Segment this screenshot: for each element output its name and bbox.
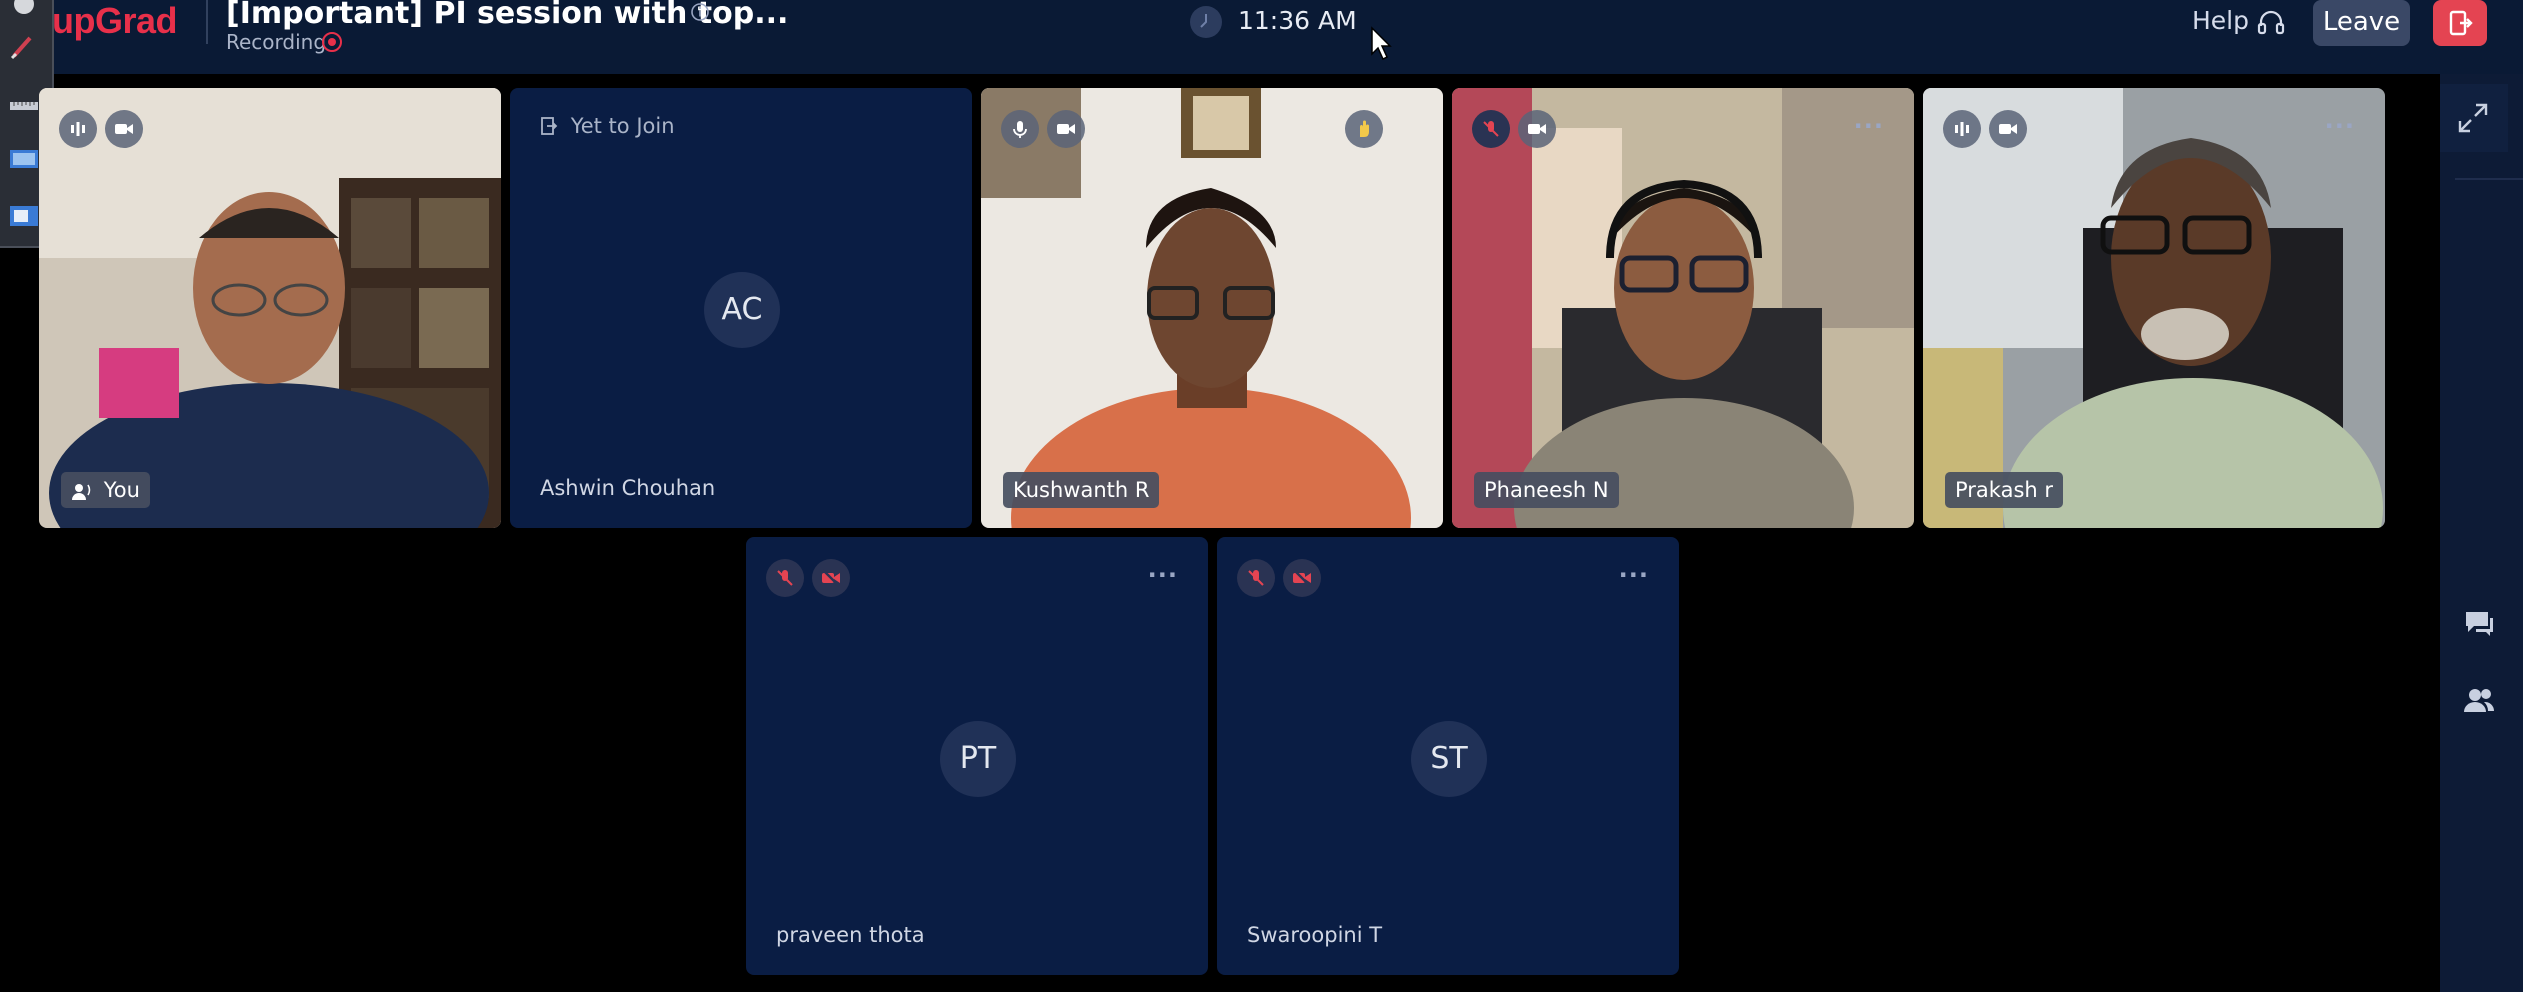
more-options-button[interactable]: ··· (2325, 112, 2355, 140)
participant-name: Phaneesh N (1474, 472, 1619, 508)
raised-hand-icon (1345, 110, 1383, 148)
video-feed (981, 88, 1443, 528)
more-options-button[interactable]: ··· (1148, 561, 1178, 589)
video-feed (39, 88, 501, 528)
participant-tile-prakash[interactable]: ··· Prakash r (1923, 88, 2385, 528)
exit-meeting-button[interactable] (2433, 0, 2487, 46)
mic-off-icon (1472, 110, 1510, 148)
camera-on-icon (1047, 110, 1085, 148)
audio-level-indicator (59, 110, 97, 148)
ruler-icon[interactable] (8, 92, 40, 120)
whiteboard-icon[interactable] (8, 202, 40, 230)
participants-icon[interactable] (2462, 684, 2496, 718)
camera-on-icon (105, 110, 143, 148)
mic-off-icon (1237, 559, 1275, 597)
video-feed (1452, 88, 1914, 528)
clock-icon (1190, 6, 1222, 38)
speaker-icon (72, 484, 91, 500)
participant-name: Ashwin Chouhan (540, 476, 716, 500)
fullscreen-button[interactable] (2440, 84, 2508, 152)
mic-off-icon (766, 559, 804, 597)
screen-icon[interactable] (8, 146, 40, 174)
mic-on-icon (1001, 110, 1039, 148)
recording-status: Recording (226, 30, 327, 54)
brand-logo: upGrad (52, 0, 178, 41)
participant-tile-you[interactable]: You (39, 88, 501, 528)
leave-button[interactable]: Leave (2313, 0, 2410, 46)
avatar: ST (1411, 721, 1487, 797)
info-icon[interactable] (690, 2, 710, 22)
header-divider (206, 0, 208, 44)
exit-icon (2449, 10, 2473, 36)
participant-tile-ashwin[interactable]: Yet to Join AC Ashwin Chouhan (510, 88, 972, 528)
participant-name: You (61, 472, 150, 508)
participant-tile-phaneesh[interactable]: ··· Phaneesh N (1452, 88, 1914, 528)
participant-name: Swaroopini T (1247, 923, 1383, 947)
chat-icon[interactable] (2462, 606, 2496, 640)
participant-name: Prakash r (1945, 472, 2064, 508)
participant-tile-swaroopini[interactable]: ··· ST Swaroopini T (1217, 537, 1679, 975)
meeting-clock: 11:36 AM (1238, 6, 1357, 35)
camera-off-icon (812, 559, 850, 597)
rail-divider (2455, 178, 2523, 180)
recording-icon (322, 32, 342, 52)
more-options-button[interactable]: ··· (1854, 112, 1884, 140)
avatar: PT (940, 721, 1016, 797)
avatar: AC (704, 272, 780, 348)
camera-on-icon (1989, 110, 2027, 148)
video-feed (1923, 88, 2385, 528)
expand-icon (2458, 103, 2488, 133)
join-status: Yet to Join (540, 114, 675, 138)
participant-tile-praveen[interactable]: ··· PT praveen thota (746, 537, 1208, 975)
more-options-button[interactable]: ··· (1619, 561, 1649, 589)
right-sidebar (2440, 74, 2523, 992)
pen-icon[interactable] (8, 32, 40, 60)
help-button[interactable]: Help (2192, 6, 2249, 35)
color-picker-icon[interactable] (8, 0, 40, 18)
door-icon (541, 117, 558, 135)
participant-name: praveen thota (776, 923, 925, 947)
participant-tile-kushwanth[interactable]: Kushwanth R (981, 88, 1443, 528)
camera-off-icon (1283, 559, 1321, 597)
meeting-header: upGrad [Important] PI session with top..… (0, 0, 2523, 74)
headset-icon[interactable] (2256, 8, 2286, 38)
mouse-cursor-icon (1371, 26, 1392, 61)
audio-level-indicator (1943, 110, 1981, 148)
participant-name: Kushwanth R (1003, 472, 1160, 508)
camera-on-icon (1518, 110, 1556, 148)
